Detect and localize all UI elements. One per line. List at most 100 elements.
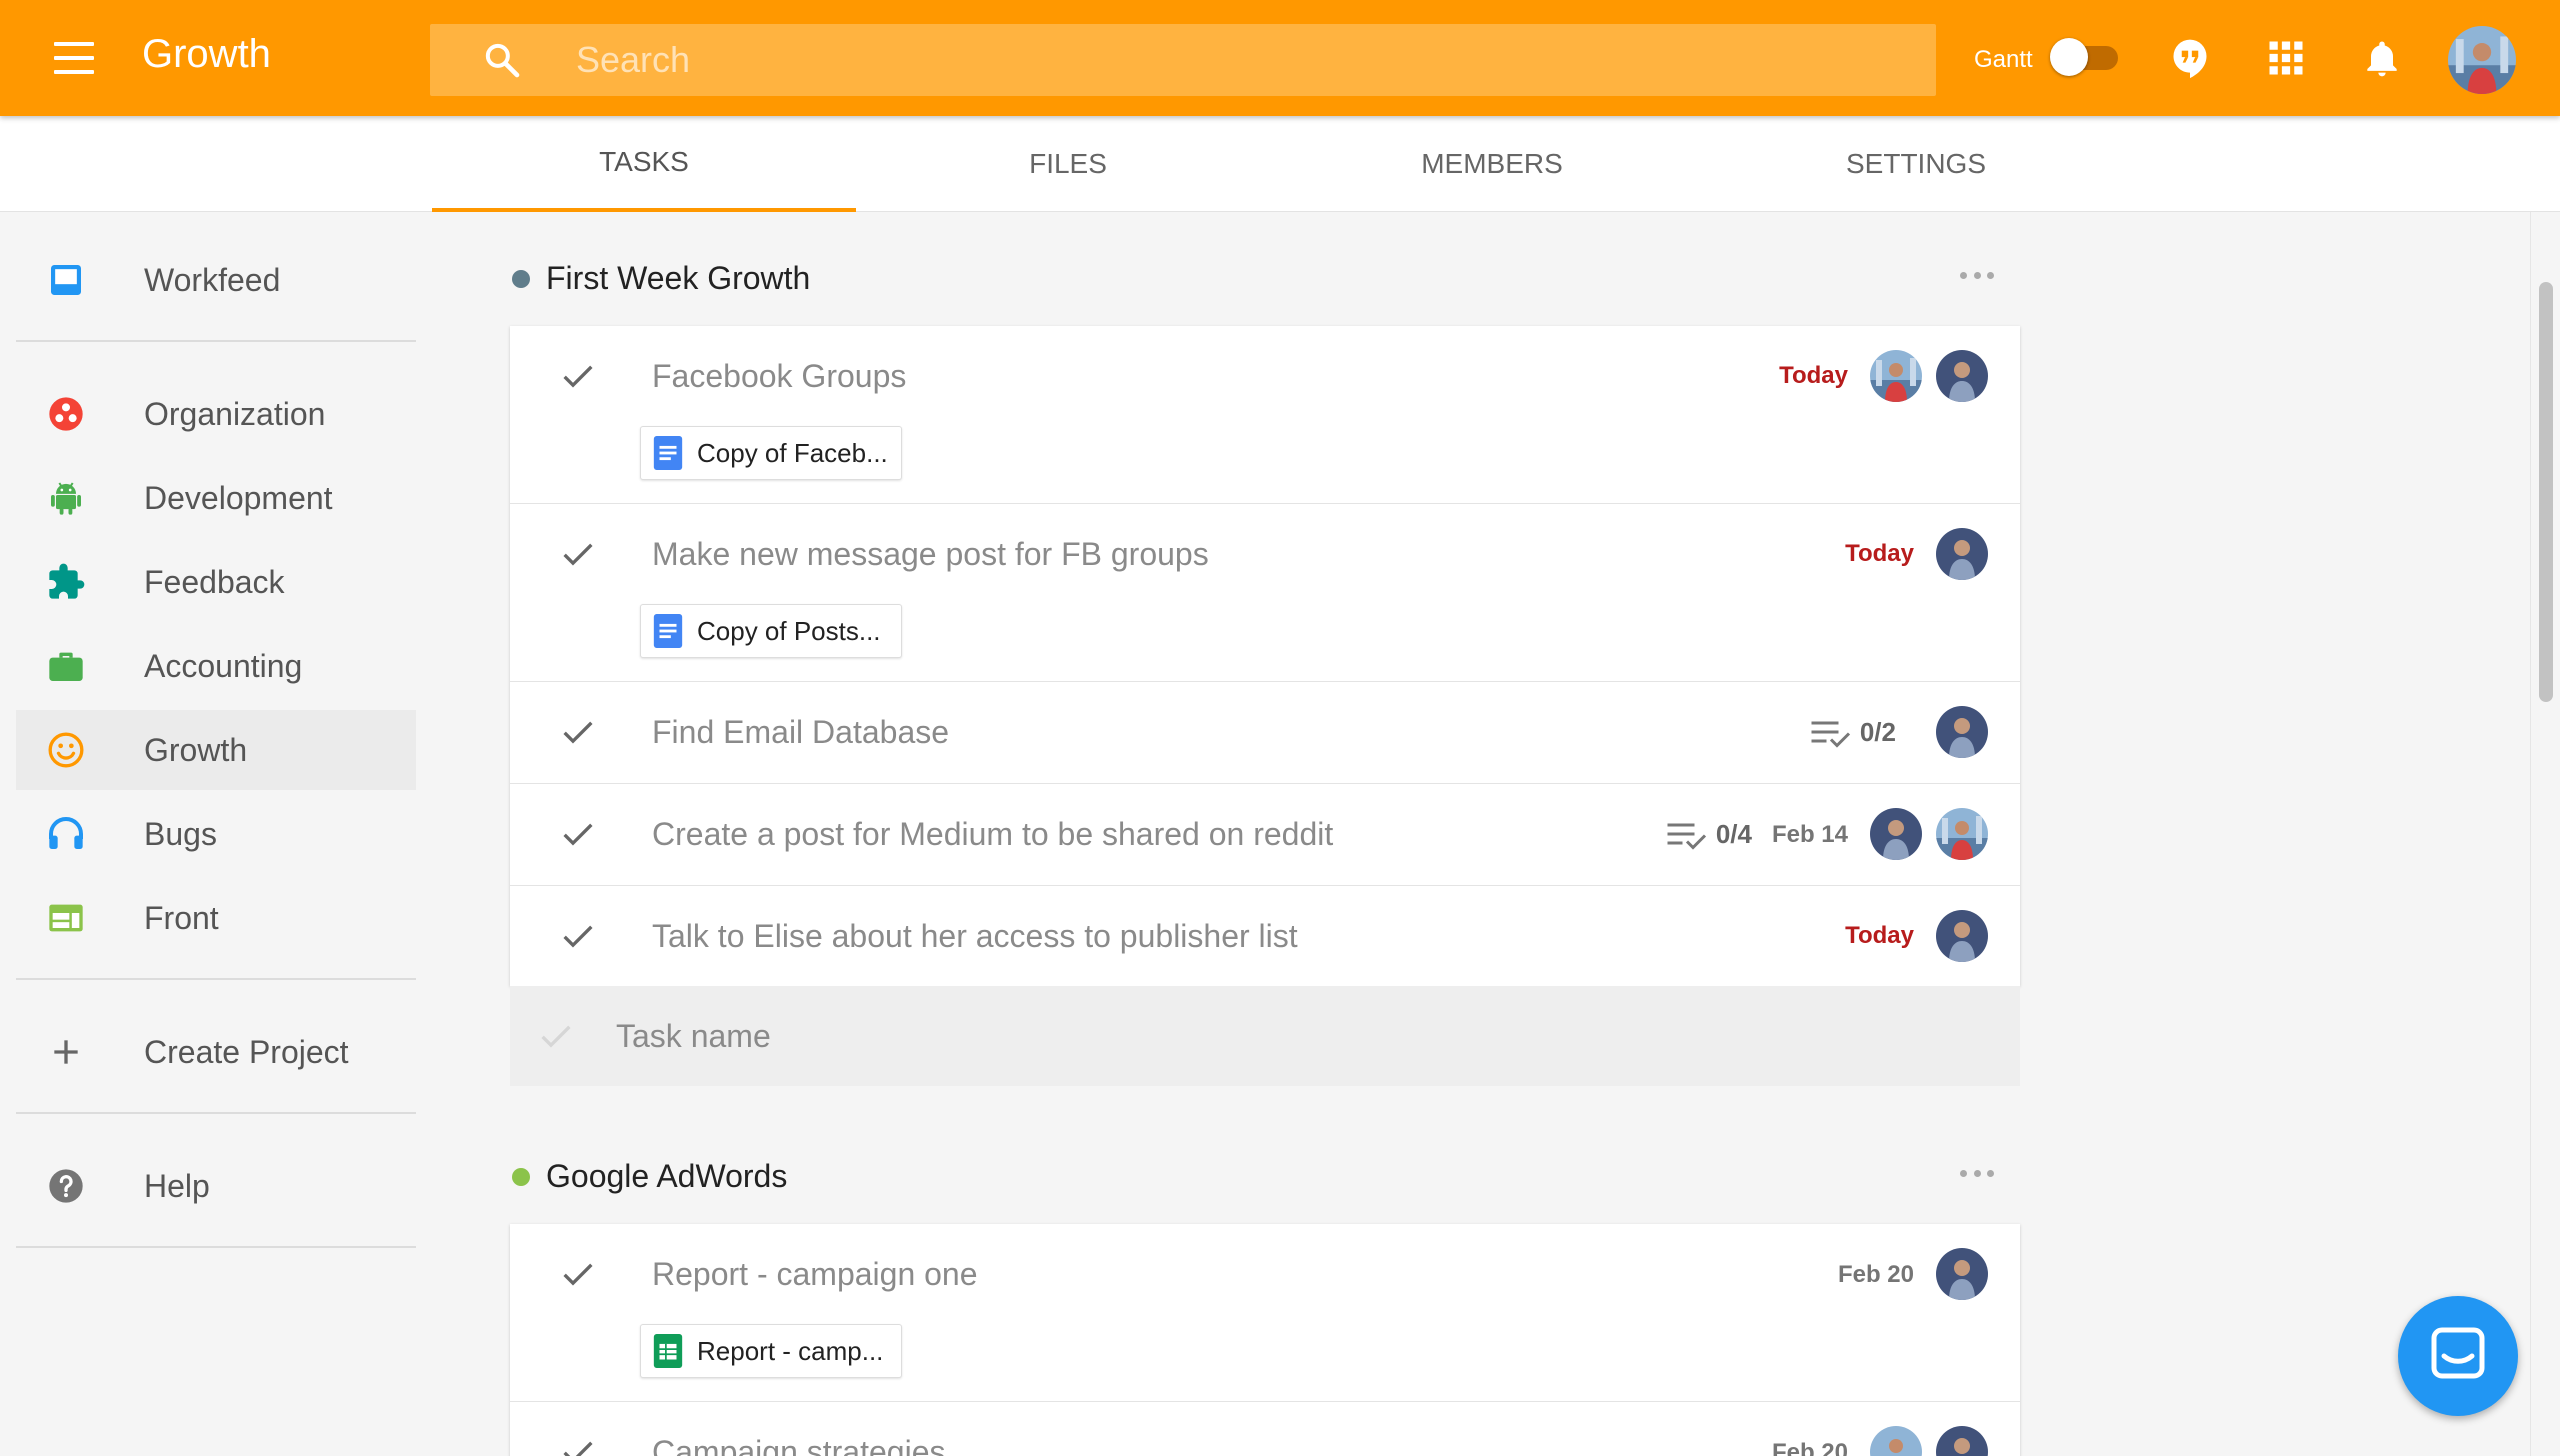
check-icon[interactable]	[558, 1432, 598, 1456]
task-row[interactable]: Facebook Groups Today Copy of Faceb...	[510, 326, 2020, 504]
assignee-avatar[interactable]	[1936, 910, 1988, 962]
user-avatar[interactable]	[2448, 26, 2516, 94]
attachment-chip[interactable]: Copy of Posts...	[640, 604, 902, 658]
task-name[interactable]: Find Email Database	[652, 714, 949, 751]
bell-icon[interactable]	[2360, 36, 2404, 80]
check-icon[interactable]	[558, 534, 598, 574]
toggle-knob	[2050, 38, 2088, 76]
tab-files[interactable]: FILES	[856, 116, 1280, 212]
group-color-dot	[512, 270, 530, 288]
smiley-icon	[48, 732, 84, 768]
task-row[interactable]: Report - campaign one Feb 20 Report - ca…	[510, 1224, 2020, 1402]
due-date: Today	[1779, 362, 1848, 389]
assignee-avatar[interactable]	[1870, 350, 1922, 402]
gantt-label: Gantt	[1974, 46, 2033, 73]
sidebar-item-growth[interactable]: Growth	[16, 710, 416, 790]
sidebar-item-development[interactable]: Development	[16, 458, 416, 538]
sidebar-divider	[16, 978, 416, 980]
sidebar-item-help[interactable]: Help	[16, 1146, 416, 1226]
scrollbar-track	[2530, 212, 2560, 1456]
due-date: Feb 20	[1837, 1261, 1914, 1288]
chat-launcher-button[interactable]	[2398, 1296, 2518, 1416]
tab-members[interactable]: MEMBERS	[1280, 116, 1704, 212]
sidebar-item-label: Help	[144, 1167, 210, 1204]
sidebar-item-bugs[interactable]: Bugs	[16, 794, 416, 874]
sidebar: Workfeed Organization Development Feedba…	[0, 212, 420, 1456]
attachment-chip[interactable]: Report - camp...	[640, 1324, 902, 1378]
scrollbar-thumb[interactable]	[2539, 282, 2553, 702]
due-date: Feb 14	[1771, 821, 1848, 848]
check-icon[interactable]	[558, 916, 598, 956]
task-row[interactable]: Campaign strategies Feb 20	[510, 1402, 2020, 1456]
subtask-progress: 0/4	[1664, 816, 1752, 852]
plus-icon	[54, 1040, 78, 1064]
task-name[interactable]: Report - campaign one	[652, 1256, 978, 1293]
more-horiz-icon[interactable]	[1960, 1170, 1994, 1180]
sidebar-item-label: Feedback	[144, 563, 285, 600]
sidebar-item-feedback[interactable]: Feedback	[16, 542, 416, 622]
sidebar-item-organization[interactable]: Organization	[16, 374, 416, 454]
gantt-toggle[interactable]	[2050, 38, 2120, 76]
menu-icon[interactable]	[54, 42, 94, 74]
task-row[interactable]: Find Email Database 0/2	[510, 682, 2020, 784]
sidebar-divider	[16, 1246, 416, 1248]
checklist-icon	[1667, 823, 1706, 850]
tab-settings[interactable]: SETTINGS	[1704, 116, 2128, 212]
due-date: Today	[1845, 540, 1914, 567]
attachment-chip[interactable]: Copy of Faceb...	[640, 426, 902, 480]
task-row[interactable]: Make new message post for FB groups Toda…	[510, 504, 2020, 682]
sidebar-item-front[interactable]: Front	[16, 878, 416, 958]
apps-grid-icon[interactable]	[2264, 36, 2308, 80]
sidebar-item-label: Growth	[144, 731, 248, 768]
assignee-avatar[interactable]	[1870, 808, 1922, 860]
sidebar-item-accounting[interactable]: Accounting	[16, 626, 416, 706]
search-bar[interactable]	[430, 24, 1936, 96]
sidebar-item-label: Accounting	[144, 647, 303, 684]
task-list: Facebook Groups Today Copy of Faceb... M…	[510, 326, 2020, 986]
project-tabs: TASKS FILES MEMBERS SETTINGS	[0, 116, 2560, 212]
sidebar-item-workfeed[interactable]: Workfeed	[16, 240, 416, 320]
check-icon[interactable]	[558, 712, 598, 752]
check-icon[interactable]	[558, 814, 598, 854]
hangouts-icon[interactable]	[2168, 36, 2212, 80]
task-name[interactable]: Campaign strategies	[652, 1434, 945, 1456]
task-list: Report - campaign one Feb 20 Report - ca…	[510, 1224, 2020, 1456]
task-row[interactable]: Talk to Elise about her access to publis…	[510, 886, 2020, 986]
group-title: Google AdWords	[546, 1158, 788, 1194]
assignee-avatar[interactable]	[1936, 528, 1988, 580]
google-docs-icon	[653, 436, 683, 470]
search-input[interactable]	[576, 24, 1876, 96]
check-icon[interactable]	[558, 356, 598, 396]
task-row[interactable]: Create a post for Medium to be shared on…	[510, 784, 2020, 886]
sidebar-item-label: Organization	[144, 395, 326, 432]
assignee-avatar[interactable]	[1936, 706, 1988, 758]
task-name[interactable]: Make new message post for FB groups	[652, 536, 1209, 573]
sidebar-divider	[16, 1112, 416, 1114]
assignee-avatar[interactable]	[1936, 1426, 1988, 1456]
subtask-progress: 0/2	[1808, 714, 1896, 750]
attachment-name: Copy of Posts...	[697, 615, 881, 646]
tab-tasks[interactable]: TASKS	[432, 116, 856, 212]
group-title: First Week Growth	[546, 260, 811, 296]
briefcase-icon	[49, 652, 83, 681]
task-name[interactable]: Talk to Elise about her access to publis…	[652, 918, 1298, 955]
assignee-avatar[interactable]	[1936, 1248, 1988, 1300]
task-name[interactable]: Facebook Groups	[652, 358, 906, 395]
due-date: Feb 20	[1771, 1439, 1848, 1456]
task-name[interactable]: Create a post for Medium to be shared on…	[652, 816, 1333, 853]
assignee-avatar[interactable]	[1936, 350, 1988, 402]
assignee-avatar[interactable]	[1936, 808, 1988, 860]
task-group-header: First Week Growth	[510, 248, 2020, 308]
subtask-count: 0/2	[1859, 716, 1896, 747]
sidebar-item-create-project[interactable]: Create Project	[16, 1012, 416, 1092]
new-task-input[interactable]	[616, 986, 1916, 1086]
more-horiz-icon[interactable]	[1960, 272, 1994, 282]
web-icon	[49, 904, 83, 932]
chat-icon	[2431, 1327, 2485, 1379]
check-icon	[541, 1025, 571, 1048]
assignee-avatar[interactable]	[1870, 1426, 1922, 1456]
attachment-name: Copy of Faceb...	[697, 437, 888, 468]
new-task-row[interactable]	[510, 986, 2020, 1086]
check-icon[interactable]	[558, 1254, 598, 1294]
avatar-photo	[2448, 26, 2516, 94]
